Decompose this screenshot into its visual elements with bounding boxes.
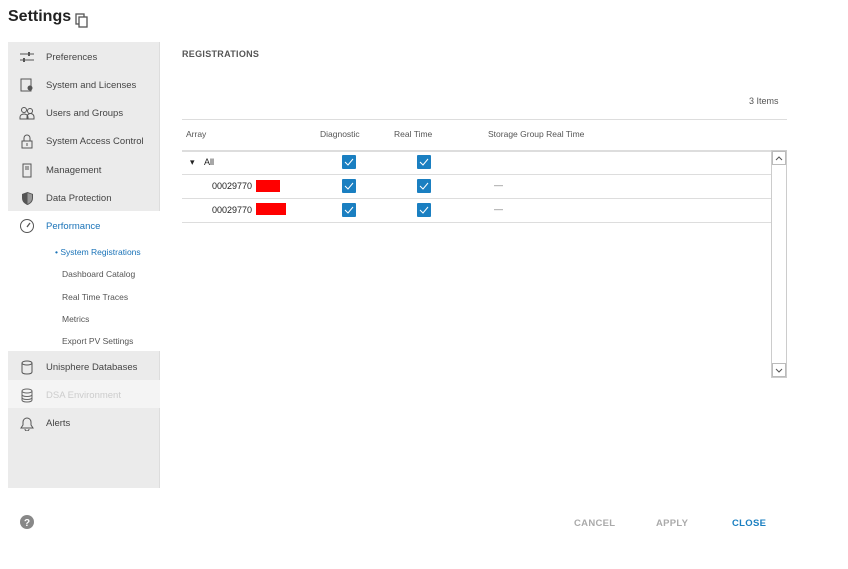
sg-realtime-value: —	[494, 204, 503, 214]
users-icon	[8, 106, 46, 120]
sidebar-item-label: System Access Control	[46, 135, 144, 147]
col-diagnostic[interactable]: Diagnostic	[320, 129, 360, 139]
shield-icon	[8, 191, 46, 206]
subitem-real-time-traces[interactable]: Real Time Traces	[62, 292, 128, 302]
copy-icon[interactable]	[75, 13, 89, 29]
section-title: REGISTRATIONS	[182, 49, 260, 59]
sidebar-item-preferences[interactable]: Preferences	[8, 43, 160, 71]
bell-icon	[8, 416, 46, 431]
divider	[182, 119, 787, 120]
sidebar-item-dsa-environment: DSA Environment	[8, 381, 160, 409]
subitem-metrics[interactable]: Metrics	[62, 314, 89, 324]
redaction	[256, 203, 286, 215]
sidebar-item-label: Performance	[46, 220, 101, 232]
row-array: 00029770	[212, 181, 253, 191]
apply-button[interactable]: APPLY	[656, 518, 688, 529]
realtime-checkbox[interactable]	[417, 179, 431, 193]
lock-icon	[8, 134, 46, 149]
sidebar-item-system-access-control[interactable]: System Access Control	[8, 127, 160, 155]
diagnostic-checkbox[interactable]	[342, 203, 356, 217]
sidebar-item-alerts[interactable]: Alerts	[8, 409, 160, 437]
sidebar-item-label: Preferences	[46, 51, 98, 63]
scroll-down-icon[interactable]	[772, 363, 786, 377]
expand-caret-icon[interactable]: ▾	[190, 157, 195, 168]
sidebar-item-label: Management	[46, 164, 102, 176]
col-real-time[interactable]: Real Time	[394, 129, 432, 139]
cancel-button[interactable]: CANCEL	[574, 518, 615, 529]
sidebar-item-label: System and Licenses	[46, 79, 137, 91]
sidebar-item-label: Alerts	[46, 417, 71, 429]
scroll-up-icon[interactable]	[772, 151, 786, 165]
sg-realtime-value: —	[494, 180, 503, 190]
sidebar-item-label: DSA Environment	[46, 389, 121, 401]
divider	[182, 150, 787, 152]
subitem-export-pv-settings[interactable]: Export PV Settings	[62, 336, 133, 346]
page-title: Settings	[8, 8, 72, 25]
subitem-system-registrations[interactable]: • System Registrations	[55, 247, 141, 257]
sidebar-item-label: Unisphere Databases	[46, 361, 138, 373]
gauge-icon	[8, 218, 46, 234]
sidebar-item-performance[interactable]: Performance	[8, 212, 160, 240]
sidebar-item-unisphere-databases[interactable]: Unisphere Databases	[8, 353, 160, 381]
svg-text:?: ?	[24, 518, 30, 529]
sliders-icon	[8, 51, 46, 63]
server-icon	[8, 163, 46, 178]
subitem-label: System Registrations	[60, 247, 141, 257]
realtime-checkbox[interactable]	[417, 203, 431, 217]
sidebar-item-label: Users and Groups	[46, 107, 124, 119]
col-array[interactable]: Array	[186, 129, 206, 139]
redaction	[256, 180, 280, 192]
sidebar-item-label: Data Protection	[46, 192, 112, 204]
sidebar-item-management[interactable]: Management	[8, 156, 160, 184]
sidebar-item-system-licenses[interactable]: System and Licenses	[8, 71, 160, 99]
sidebar-item-users-groups[interactable]: Users and Groups	[8, 99, 160, 127]
row-divider	[182, 174, 771, 175]
col-storage-group-real-time[interactable]: Storage Group Real Time	[488, 129, 584, 139]
diagnostic-checkbox[interactable]	[342, 179, 356, 193]
help-icon[interactable]: ?	[20, 515, 34, 529]
database-stack-icon	[8, 388, 46, 403]
database-icon	[8, 360, 46, 375]
license-icon	[8, 78, 46, 92]
diagnostic-checkbox[interactable]	[342, 155, 356, 169]
row-divider	[182, 198, 771, 199]
item-count: 3 Items	[749, 96, 779, 106]
row-divider	[182, 222, 771, 223]
close-button[interactable]: CLOSE	[732, 518, 766, 529]
sidebar-item-data-protection[interactable]: Data Protection	[8, 184, 160, 212]
row-array: All	[204, 157, 215, 167]
subitem-dashboard-catalog[interactable]: Dashboard Catalog	[62, 269, 135, 279]
realtime-checkbox[interactable]	[417, 155, 431, 169]
scrollbar[interactable]	[771, 150, 787, 378]
row-array: 00029770	[212, 205, 253, 215]
